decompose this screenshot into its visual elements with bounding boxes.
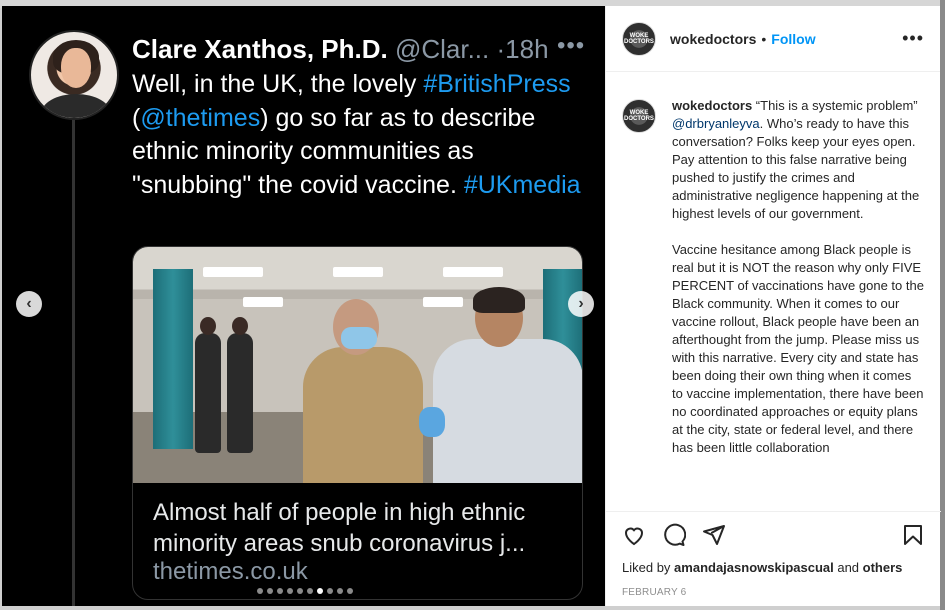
clinician-figure (419, 287, 582, 483)
tweet-text-part: Well, in the UK, the lovely (132, 70, 424, 98)
carousel-dot (297, 588, 303, 594)
caption-username[interactable]: wokedoctors (672, 98, 752, 113)
patient-figure (303, 299, 423, 483)
caption-paragraph-1: wokedoctors “This is a systemic problem”… (672, 97, 925, 223)
likes-mid: and (833, 560, 863, 575)
more-options-icon[interactable]: ••• (902, 28, 924, 49)
caption-avatar[interactable]: WOKE DOCTORS (622, 99, 656, 133)
tweet-author-name: Clare Xanthos, Ph.D. (132, 34, 388, 64)
carousel-dot (257, 588, 263, 594)
carousel-dot (347, 588, 353, 594)
post-date[interactable]: FEBRUARY 6 (622, 587, 925, 598)
heart-icon[interactable] (622, 523, 646, 547)
comment-icon[interactable] (662, 523, 686, 547)
likes-prefix: Liked by (622, 560, 675, 575)
tweet-link-card: Almost half of people in high ethnic min… (132, 246, 583, 600)
card-domain: thetimes.co.uk (153, 558, 308, 585)
likes-others[interactable]: others (863, 560, 903, 575)
thread-line (72, 114, 75, 606)
follow-button[interactable]: Follow (771, 31, 815, 47)
caption-mention[interactable]: @drbryanleyva (672, 116, 760, 131)
likes-user[interactable]: amandajasnowskipascual (674, 560, 834, 575)
tweet-text: Well, in the UK, the lovely #BritishPres… (132, 68, 587, 202)
hashtag-britishpress: #BritishPress (423, 70, 571, 98)
caption-text-part: “This is a systemic problem” (752, 98, 918, 113)
card-photo-vaccination (133, 247, 582, 483)
caption-area[interactable]: WOKE DOCTORS wokedoctors “This is a syst… (606, 73, 941, 511)
share-icon[interactable] (702, 523, 726, 547)
tweet-header: Clare Xanthos, Ph.D. @Clar... ·18h (132, 34, 549, 65)
carousel-dot (327, 588, 333, 594)
tweet-screenshot: Clare Xanthos, Ph.D. @Clar... ·18h ••• W… (2, 6, 605, 606)
chevron-right-icon[interactable]: › (568, 291, 594, 317)
account-username[interactable]: wokedoctors (670, 31, 756, 47)
tweet-author-avatar (29, 30, 119, 120)
tweet-author-handle: @Clar... (387, 34, 497, 64)
mention-thetimes: @thetimes (140, 103, 261, 132)
card-title: Almost half of people in high ethnic min… (153, 499, 526, 557)
post-actions: Liked by amandajasnowskipascual and othe… (606, 511, 941, 606)
account-avatar[interactable]: WOKE DOCTORS (622, 21, 656, 56)
carousel-dot (337, 588, 343, 594)
post-side-panel: WOKE DOCTORS wokedoctors • Follow ••• WO… (605, 6, 941, 606)
tweet-more-icon: ••• (557, 32, 586, 59)
carousel-dot (277, 588, 283, 594)
action-row (622, 512, 925, 558)
caption-paragraph-2: Vaccine hesitance among Black people is … (672, 242, 924, 455)
carousel-dot (307, 588, 313, 594)
carousel-indicator (257, 588, 353, 594)
caption-text: wokedoctors “This is a systemic problem”… (672, 97, 925, 511)
caption-text-part: . Who’s ready to have this conversation?… (672, 116, 920, 221)
bookmark-icon[interactable] (901, 523, 925, 547)
post-modal: Clare Xanthos, Ph.D. @Clar... ·18h ••• W… (2, 6, 941, 606)
carousel-dot (317, 588, 323, 594)
tweet-timestamp: ·18h (496, 34, 549, 64)
hashtag-ukmedia: #UKmedia (463, 170, 581, 199)
post-header: WOKE DOCTORS wokedoctors • Follow ••• (606, 6, 940, 72)
chevron-left-icon[interactable]: ‹ (16, 291, 42, 317)
likes-summary: Liked by amandajasnowskipascual and othe… (622, 560, 925, 575)
carousel-dot (287, 588, 293, 594)
carousel-dot (267, 588, 273, 594)
post-media[interactable]: Clare Xanthos, Ph.D. @Clar... ·18h ••• W… (2, 6, 605, 606)
header-separator: • (761, 30, 767, 47)
